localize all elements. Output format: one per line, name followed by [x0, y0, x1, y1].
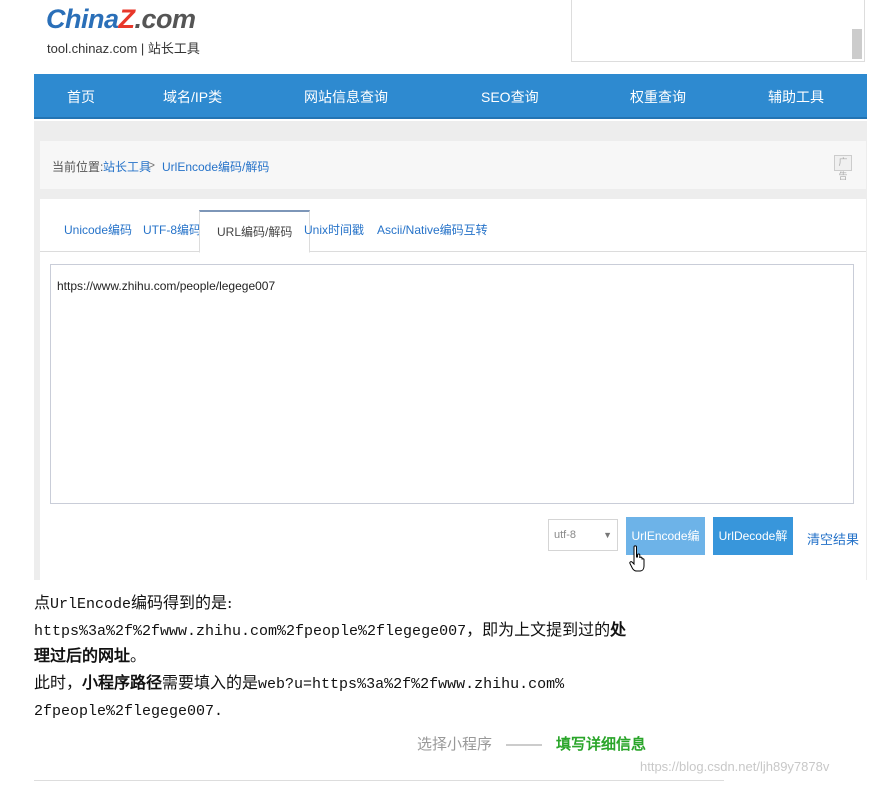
header-ad-banner[interactable] [571, 0, 865, 62]
nav-item-weight[interactable]: 权重查询 [630, 74, 686, 119]
hand-cursor-icon [629, 545, 645, 572]
nav-item-site-info[interactable]: 网站信息查询 [304, 74, 388, 119]
tab-utf8[interactable]: UTF-8编码 [143, 221, 201, 238]
main-nav: 首页 域名/IP类 网站信息查询 SEO查询 权重查询 辅助工具 [34, 74, 867, 119]
tab-bar: Unicode编码 UTF-8编码 URL编码/解码 Unix时间戳 Ascii… [40, 199, 866, 253]
breadcrumb-link-urlencode[interactable]: UrlEncode编码/解码 [162, 158, 269, 175]
article-line-1: 点UrlEncode编码得到的是: [34, 589, 232, 619]
text-span: ，即为上文提到过的 [466, 620, 611, 639]
mini-program-path-text: web?u=https%3a%2f%2fwww.zhihu.com% [258, 676, 565, 693]
nav-item-home[interactable]: 首页 [67, 74, 95, 119]
text-span: 。 [130, 646, 147, 665]
nav-item-tools[interactable]: 辅助工具 [768, 74, 824, 119]
dropdown-arrow-icon: ▼ [603, 530, 612, 540]
tool-container: 当前位置: 站长工具 > UrlEncode编码/解码 广告 Unicode编码… [34, 121, 867, 581]
watermark: https://blog.csdn.net/ljh89y7878v [640, 759, 830, 774]
logo-subtitle: tool.chinaz.com | 站长工具 [47, 41, 200, 56]
breadcrumb: 当前位置: 站长工具 > UrlEncode编码/解码 广告 [40, 141, 866, 189]
article-line-3: 理过后的网址。 [34, 642, 146, 670]
breadcrumb-label: 当前位置: [52, 160, 104, 174]
text-span: 点 [34, 593, 51, 612]
logo-com-text: .com [134, 4, 197, 34]
chinaz-logo[interactable]: ChinaZ.com [46, 4, 196, 35]
article-line-4: 此时，小程序路径需要填入的是web?u=https%3a%2f%2fwww.zh… [34, 669, 564, 699]
text-span: 编码得到的是: [131, 593, 233, 612]
text-span: 此时， [34, 673, 83, 692]
encoded-url-text: https%3a%2f%2fwww.zhihu.com%2fpeople%2fl… [34, 623, 467, 640]
step-connector [506, 743, 543, 746]
bold-text: 小程序路径 [82, 673, 163, 692]
logo-china-text: China [46, 4, 119, 34]
ad-icon: 广告 [834, 155, 852, 182]
charset-select[interactable]: utf-8 ▼ [548, 519, 618, 551]
ad-tag-icon [852, 29, 862, 59]
bold-text: 处 [610, 620, 627, 639]
breadcrumb-separator: > [148, 158, 156, 172]
step-indicator: 选择小程序 填写详细信息 [417, 733, 646, 754]
divider [34, 780, 724, 781]
nav-item-seo[interactable]: SEO查询 [481, 74, 539, 119]
text-span-mono: UrlEncode [50, 596, 132, 613]
tool-panel: Unicode编码 UTF-8编码 URL编码/解码 Unix时间戳 Ascii… [40, 199, 866, 581]
step-select-miniprogram: 选择小程序 [417, 735, 493, 753]
mini-program-path-text: 2fpeople%2flegege007. [34, 703, 224, 720]
clear-result-link[interactable]: 清空结果 [807, 529, 859, 548]
tab-unicode[interactable]: Unicode编码 [64, 221, 132, 238]
tab-url-encode[interactable]: URL编码/解码 [199, 210, 311, 253]
text-span: 需要填入的是 [162, 673, 259, 692]
tab-unix-timestamp[interactable]: Unix时间戳 [304, 221, 364, 238]
charset-value: utf-8 [554, 529, 577, 541]
url-input-textarea[interactable]: https://www.zhihu.com/people/legege007 [50, 264, 854, 504]
article-line-5: 2fpeople%2flegege007. [34, 696, 223, 726]
breadcrumb-link-tools[interactable]: 站长工具 [103, 158, 151, 175]
tab-ascii-native[interactable]: Ascii/Native编码互转 [377, 221, 488, 238]
nav-item-domain-ip[interactable]: 域名/IP类 [163, 74, 222, 119]
step-fill-details: 填写详细信息 [556, 735, 647, 753]
logo-z-text: Z [118, 4, 136, 34]
urldecode-button[interactable]: UrlDecode解码 [713, 517, 793, 581]
bold-text: 理过后的网址 [34, 646, 131, 665]
